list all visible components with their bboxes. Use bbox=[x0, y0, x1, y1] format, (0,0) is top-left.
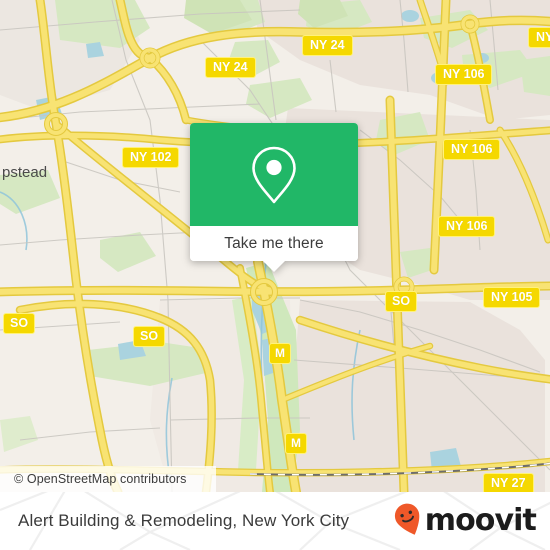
road-shield: SO bbox=[133, 326, 166, 347]
road-shield: NY 106 bbox=[435, 64, 493, 85]
attribution-text: © OpenStreetMap contributors bbox=[14, 472, 187, 486]
road-shield-label: M bbox=[291, 436, 301, 450]
page-title: Alert Building & Remodeling, New York Ci… bbox=[18, 492, 349, 550]
map-attribution[interactable]: © OpenStreetMap contributors bbox=[0, 466, 216, 492]
road-shield: M bbox=[269, 343, 291, 364]
road-shield-label: SO bbox=[140, 329, 159, 343]
bottom-bar: Alert Building & Remodeling, New York Ci… bbox=[0, 492, 550, 550]
popup-pointer bbox=[263, 261, 285, 272]
road-shield: NY 24 bbox=[205, 57, 256, 78]
moovit-logo[interactable]: moovit bbox=[393, 492, 537, 550]
moovit-pin-icon bbox=[394, 503, 419, 535]
road-shield-label: NY 24 bbox=[310, 38, 345, 52]
page-title-text: Alert Building & Remodeling, New York Ci… bbox=[18, 511, 350, 530]
road-shield-label: SO bbox=[10, 316, 29, 330]
road-shield: NY 106 bbox=[443, 139, 501, 160]
road-shield-label: NY 27 bbox=[491, 476, 526, 490]
road-shield: NY 27 bbox=[483, 473, 534, 492]
location-popup-card[interactable]: Take me there bbox=[190, 123, 358, 272]
popup-image-area bbox=[190, 123, 358, 226]
road-shield: SO bbox=[3, 313, 36, 334]
road-shield-label: M bbox=[275, 346, 285, 360]
map-pin-icon bbox=[252, 146, 296, 203]
moovit-wordmark: moovit bbox=[424, 503, 537, 538]
popup-action-area[interactable]: Take me there bbox=[190, 226, 358, 261]
road-shield-label: NY 24 bbox=[213, 60, 248, 74]
road-shield-label: NY 106 bbox=[451, 142, 493, 156]
take-me-there-button[interactable]: Take me there bbox=[224, 235, 324, 253]
road-shield: NY 105 bbox=[483, 287, 541, 308]
road-shield-label: NY 106 bbox=[443, 67, 485, 81]
moovit-map-screenshot: pstead NY 24 NY 24 NY 24 NY 106 NY 102 NY 106… bbox=[0, 0, 550, 550]
road-shield-label: NY 105 bbox=[491, 290, 533, 304]
popup-body: Take me there bbox=[190, 123, 358, 261]
road-shield-label: NY 102 bbox=[130, 150, 172, 164]
road-shield: NY 106 bbox=[438, 216, 496, 237]
road-shield: M bbox=[285, 433, 307, 454]
road-shield: SO bbox=[385, 291, 418, 312]
road-shield-label: NY 106 bbox=[446, 219, 488, 233]
road-shield: NY 102 bbox=[122, 147, 180, 168]
road-shield: NY 24 bbox=[528, 27, 550, 48]
road-shield-label: SO bbox=[392, 294, 411, 308]
road-shield: NY 24 bbox=[302, 35, 353, 56]
place-label-hempstead: pstead bbox=[2, 164, 47, 181]
road-shield-label: NY 24 bbox=[536, 30, 550, 44]
